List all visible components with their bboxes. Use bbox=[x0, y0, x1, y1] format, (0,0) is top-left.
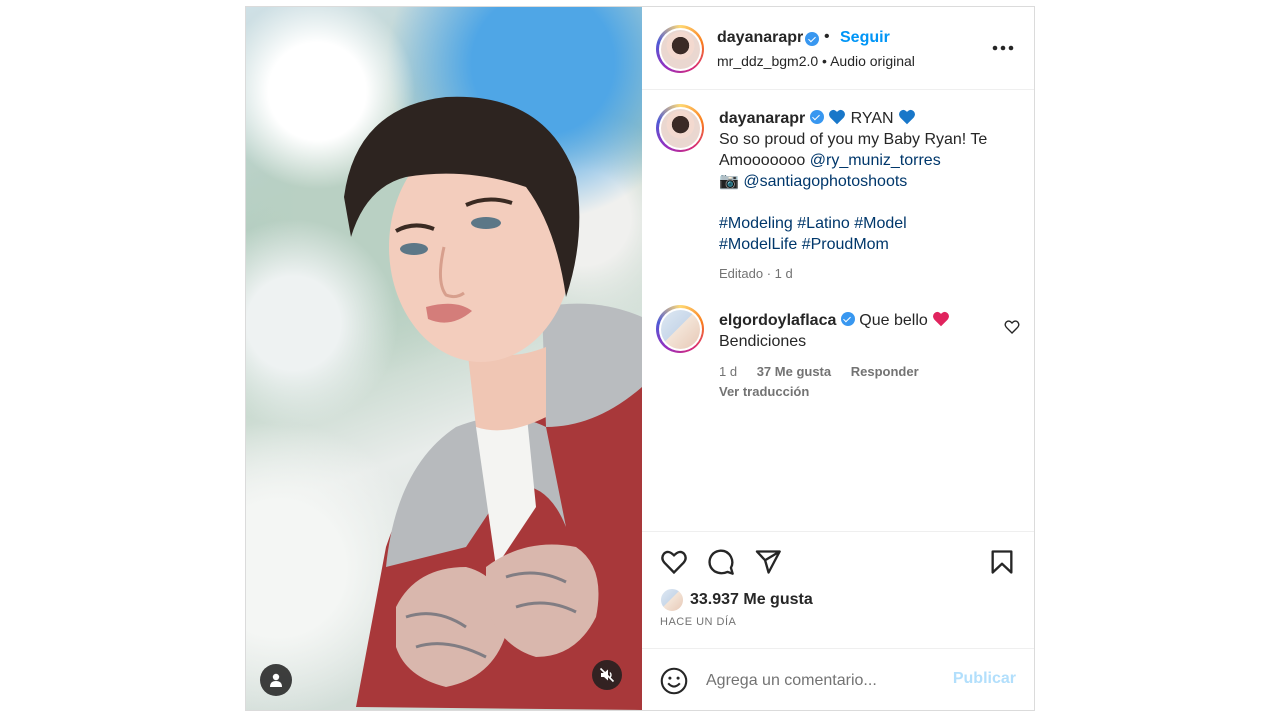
reply-button[interactable]: Responder bbox=[851, 364, 919, 379]
post-media[interactable] bbox=[246, 7, 642, 710]
verified-badge-icon bbox=[840, 312, 855, 326]
likes-count[interactable]: 33.937 Me gusta bbox=[690, 591, 813, 609]
comment-input[interactable] bbox=[706, 668, 946, 694]
post-actions: 33.937 Me gusta HACE UN DÍA bbox=[642, 531, 1034, 648]
hashtag-link[interactable]: #Model bbox=[854, 215, 906, 232]
hashtag-link[interactable]: #Modeling bbox=[719, 215, 793, 232]
save-bookmark-icon[interactable] bbox=[988, 548, 1016, 576]
hashtag-link[interactable]: #ProudMom bbox=[802, 236, 889, 253]
comment-text: Que bello bbox=[859, 312, 928, 329]
camera-emoji-icon: 📷 bbox=[719, 173, 739, 190]
commenter-avatar[interactable] bbox=[656, 305, 704, 353]
like-heart-icon[interactable] bbox=[660, 548, 688, 576]
mute-button[interactable] bbox=[592, 660, 622, 690]
post-time: HACE UN DÍA bbox=[660, 616, 737, 628]
add-comment-bar: Publicar bbox=[642, 648, 1034, 710]
comment-text-line2: Bendiciones bbox=[719, 333, 807, 350]
share-paper-plane-icon[interactable] bbox=[754, 548, 782, 576]
liker-avatar bbox=[660, 588, 684, 612]
comment-bubble-icon[interactable] bbox=[707, 548, 735, 576]
blue-heart-emoji-icon bbox=[899, 109, 916, 125]
emoji-icon[interactable] bbox=[660, 667, 688, 695]
user-icon bbox=[270, 673, 282, 687]
post-side-panel: dayanarapr • Seguir mr_ddz_bgm2.0 • Audi… bbox=[642, 7, 1034, 710]
comment: elgordoylaflaca Que bello Bendiciones bbox=[719, 310, 999, 352]
caption-title: RYAN bbox=[850, 110, 894, 127]
see-translation-button[interactable]: Ver traducción bbox=[719, 384, 809, 399]
speaker-muted-icon bbox=[599, 667, 615, 683]
comment-meta: 1 d 37 Me gusta Responder bbox=[719, 364, 935, 379]
post-photo bbox=[344, 96, 642, 710]
blue-heart-emoji-icon bbox=[829, 109, 846, 125]
caption-username[interactable]: dayanarapr bbox=[719, 110, 805, 127]
comment-time: 1 d bbox=[719, 364, 738, 379]
comment-likes[interactable]: 37 Me gusta bbox=[757, 364, 831, 379]
more-horizontal-icon bbox=[992, 45, 1014, 51]
author-avatar[interactable] bbox=[656, 25, 704, 73]
hashtag-link[interactable]: #Latino bbox=[797, 215, 850, 232]
caption-avatar[interactable] bbox=[656, 104, 704, 152]
hashtag-link[interactable]: #ModelLife bbox=[719, 236, 797, 253]
caption: dayanarapr RYAN So so proud of you my Ba… bbox=[719, 108, 1019, 255]
mention-link[interactable]: @santiagophotoshoots bbox=[743, 173, 907, 190]
comment-like-icon[interactable] bbox=[1004, 319, 1020, 335]
mention-link[interactable]: @ry_muniz_torres bbox=[810, 152, 941, 169]
more-options-button[interactable] bbox=[990, 35, 1016, 61]
verified-badge-icon bbox=[805, 32, 819, 46]
author-username[interactable]: dayanarapr bbox=[717, 29, 803, 47]
caption-meta: Editado · 1 d bbox=[719, 266, 793, 281]
follow-button[interactable]: Seguir bbox=[840, 29, 890, 47]
tagged-users-button[interactable] bbox=[260, 664, 292, 696]
instagram-post: dayanarapr • Seguir mr_ddz_bgm2.0 • Audi… bbox=[245, 6, 1035, 711]
post-header: dayanarapr • Seguir mr_ddz_bgm2.0 • Audi… bbox=[642, 7, 1034, 90]
likes-summary[interactable]: 33.937 Me gusta bbox=[660, 588, 813, 612]
audio-label[interactable]: mr_ddz_bgm2.0 • Audio original bbox=[717, 53, 915, 69]
separator-dot: • bbox=[824, 28, 830, 45]
comment-username[interactable]: elgordoylaflaca bbox=[719, 312, 836, 329]
publish-button[interactable]: Publicar bbox=[953, 670, 1016, 688]
verified-badge-icon bbox=[809, 110, 824, 124]
red-heart-emoji-icon bbox=[933, 311, 950, 327]
